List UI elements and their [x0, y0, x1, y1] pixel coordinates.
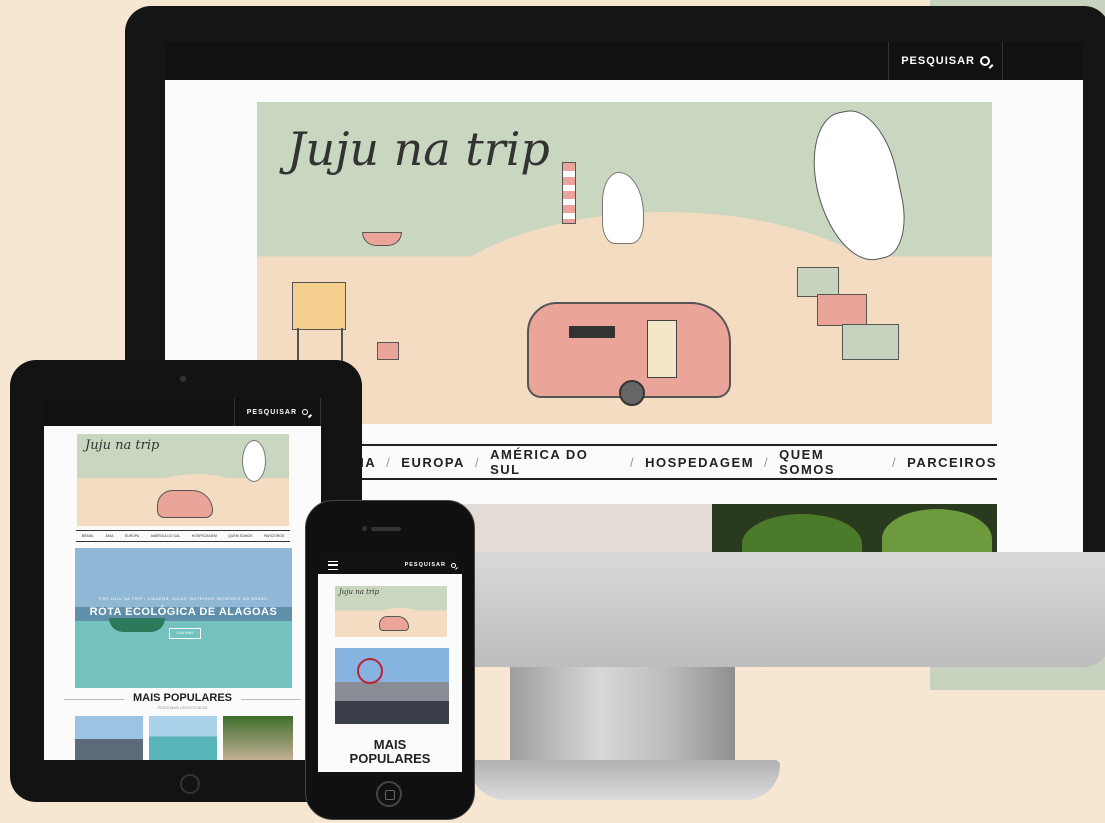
nav-item-america-do-sul[interactable]: AMÉRICA DO SUL	[151, 534, 181, 538]
search-icon	[980, 56, 990, 66]
beach-house-illustration	[842, 324, 899, 360]
birdhouse-illustration	[377, 342, 399, 360]
nav-item-brasil[interactable]: BRASIL	[82, 534, 94, 538]
popular-heading: MAIS POPULARES	[318, 738, 462, 766]
nav-item-parceiros[interactable]: PARCEIROS	[907, 455, 997, 470]
stilt-legs	[297, 328, 343, 362]
nav-item-hospedagem[interactable]: HOSPEDAGEM	[645, 455, 754, 470]
nav-item-america-do-sul[interactable]: AMÉRICA DO SUL	[490, 447, 620, 477]
trailer-illustration	[157, 490, 213, 518]
search-icon	[302, 409, 308, 415]
desktop-top-bar: PESQUISAR	[165, 42, 1083, 80]
site-banner[interactable]: Juju na trip	[257, 102, 992, 424]
beach-house-illustration	[817, 294, 867, 326]
nav-separator: /	[474, 454, 481, 470]
tablet-home-button[interactable]	[180, 774, 200, 794]
bird-illustration	[242, 440, 266, 482]
trailer-door	[647, 320, 677, 378]
phone-top-bar: PESQUISAR	[318, 556, 462, 574]
nav-separator: /	[630, 454, 636, 470]
popular-subheading: POSTS MAIS LIDOS DO BLOG	[157, 706, 208, 710]
trailer-wheel	[619, 380, 645, 406]
beach-house-illustration	[797, 267, 839, 297]
tablet-screen: PESQUISAR Juju na trip BRASIL ÁSIA EUROP…	[44, 398, 321, 760]
popular-heading: MAIS POPULARES	[132, 692, 232, 704]
popular-post-thumbnail[interactable]	[75, 716, 143, 760]
palm-tree-image	[742, 514, 862, 552]
phone-camera	[362, 526, 367, 531]
tablet-top-bar: PESQUISAR	[44, 398, 321, 426]
popular-post-thumbnail[interactable]	[223, 716, 293, 760]
tablet-main-nav: BRASIL ÁSIA EUROPA AMÉRICA DO SUL HOSPED…	[76, 530, 290, 542]
palm-tree-image	[882, 509, 992, 552]
phone-home-button[interactable]	[376, 781, 402, 807]
popular-heading-line1: MAIS	[373, 737, 407, 752]
nav-item-hospedagem[interactable]: HOSPEDAGEM	[192, 534, 217, 538]
featured-photo-right[interactable]	[712, 504, 997, 552]
phone-featured-photo[interactable]	[335, 648, 449, 724]
boat-illustration	[362, 232, 402, 246]
site-logo: Juju na trip	[339, 588, 380, 596]
nav-item-europa[interactable]: EUROPA	[125, 534, 140, 538]
search-label: PESQUISAR	[246, 408, 297, 416]
nav-separator: /	[892, 454, 898, 470]
popular-post-thumbnail[interactable]	[149, 716, 217, 760]
ferris-wheel-photo	[357, 658, 383, 684]
tablet-hero-slide[interactable]: POR JUJU NA TRIP / VIAGENS, DICAS, ROTEI…	[75, 548, 292, 688]
hero-headline: ROTA ECOLÓGICA DE ALAGOAS	[89, 606, 278, 618]
phone-site-banner[interactable]: Juju na trip	[335, 586, 447, 637]
nav-item-parceiros[interactable]: PARCEIROS	[264, 534, 284, 538]
trailer-window	[569, 326, 615, 338]
stilt-house-illustration	[292, 282, 346, 330]
phone-search-button[interactable]: PESQUISAR	[399, 556, 462, 574]
phone-screen: PESQUISAR Juju na trip MAIS POPULARES	[318, 556, 462, 772]
hamburger-menu-icon[interactable]	[328, 560, 338, 570]
hero-read-more-button[interactable]: LEIA MAIS	[169, 628, 201, 639]
desktop-search-button[interactable]: PESQUISAR	[888, 42, 1003, 80]
girl-illustration	[602, 172, 644, 244]
trailer-illustration	[527, 302, 731, 406]
nav-item-quem-somos[interactable]: QUEM SOMOS	[228, 534, 253, 538]
tablet-search-button[interactable]: PESQUISAR	[233, 398, 321, 426]
desktop-main-nav: SIA / EUROPA / AMÉRICA DO SUL / HOSPEDAG…	[255, 444, 997, 480]
monitor-stand-foot	[470, 760, 780, 800]
hero-kicker: POR JUJU NA TRIP / VIAGENS, DICAS, ROTEI…	[98, 596, 269, 601]
search-label: PESQUISAR	[404, 562, 446, 568]
nav-item-europa[interactable]: EUROPA	[401, 455, 465, 470]
nav-separator: /	[764, 454, 770, 470]
search-label: PESQUISAR	[901, 55, 975, 67]
site-logo: Juju na trip	[85, 438, 160, 453]
phone-speaker	[371, 527, 401, 531]
trailer-illustration	[379, 616, 409, 631]
nav-item-quem-somos[interactable]: QUEM SOMOS	[779, 447, 882, 477]
search-icon	[451, 562, 456, 568]
boat-photo	[109, 618, 165, 632]
tablet-site-banner[interactable]: Juju na trip	[77, 434, 289, 526]
nav-item-asia[interactable]: ÁSIA	[105, 534, 113, 538]
site-logo: Juju na trip	[287, 122, 550, 176]
tablet-camera	[180, 376, 186, 382]
popular-heading-line2: POPULARES	[349, 751, 431, 766]
lighthouse-illustration	[562, 162, 576, 224]
nav-separator: /	[386, 454, 392, 470]
